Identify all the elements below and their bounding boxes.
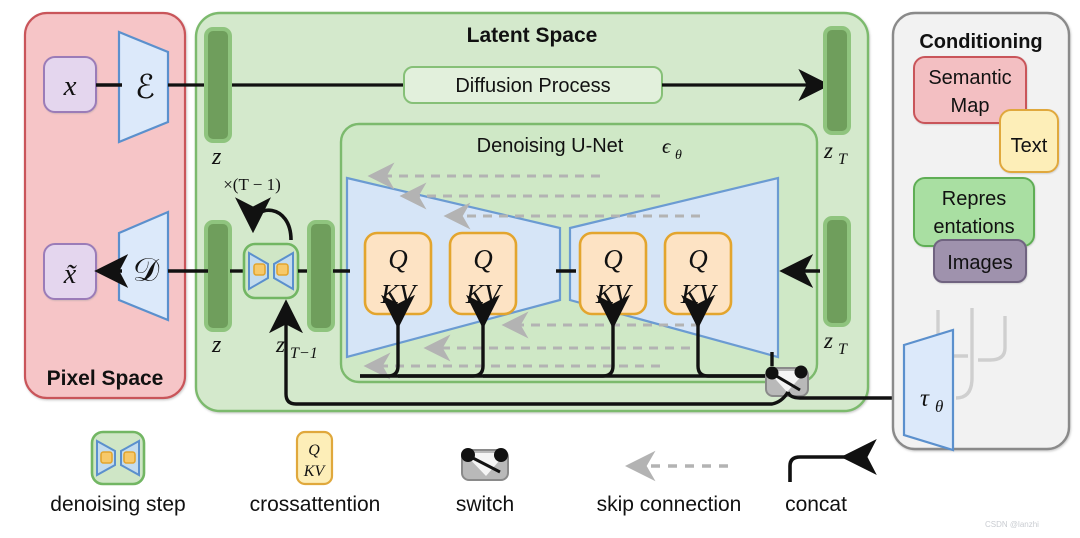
diffusion-process-label: Diffusion Process [455,75,610,97]
tau-theta-encoder: τ θ [902,328,955,452]
conditioning-panel: Conditioning Semantic Map Text Repres en… [891,11,1071,452]
zT-top-bar [823,26,851,135]
zT-bottom-sublabel: T [838,341,848,358]
zT-top-sublabel: T [838,151,848,168]
attention-block-3: Q KV [578,231,648,316]
attention-block-1-q: Q [388,244,408,274]
legend-item-crossattention: Q KV crossattention [250,430,381,516]
zT-bottom-bar [823,216,851,327]
semantic-map-label-line2: Map [951,95,990,117]
legend: denoising step Q KV crossattention switc… [50,430,877,516]
conditioning-label: Conditioning [919,31,1042,53]
switch-terminal-right-icon [794,365,808,379]
legend-item-concat: concat [785,439,877,516]
legend-concat-label: concat [785,493,847,516]
input-x-label: x [63,70,77,102]
legend-denoising-step-label: denoising step [50,493,185,516]
attention-block-3-kv: KV [595,279,634,309]
latent-space-panel: Latent Space Diffusion Process z z z T z… [168,11,930,413]
legend-switch-terminal-left-icon [461,448,475,462]
latent-space-label: Latent Space [467,24,598,47]
tau-theta-symbol: τ [920,385,930,412]
zT-minus-1-sublabel: T−1 [290,345,318,362]
legend-crossattention-q: Q [308,442,320,459]
watermark: CSDN @lanzhi [985,520,1039,529]
attention-block-4-kv: KV [680,279,719,309]
text-label: Text [1011,135,1048,157]
z-top-label: z [211,144,222,170]
legend-denoising-left-dot-icon [100,451,113,464]
tau-theta-subscript: θ [935,397,943,416]
output-x-tilde-label: x̃ [63,259,78,290]
diagram-canvas: Pixel Space x ℰ 𝒟 x̃ Latent Space Diffus… [0,0,1080,538]
legend-skip-connection-label: skip connection [597,493,742,516]
latent-diffusion-diagram: Pixel Space x ℰ 𝒟 x̃ Latent Space Diffus… [23,11,1071,529]
denoising-step-right-dot-icon [276,263,289,276]
zT-top-label: z [823,138,833,163]
attention-block-1: Q KV [363,231,433,316]
loop-count-label: ×(T − 1) [223,175,281,194]
attention-block-2-kv: KV [465,279,504,309]
legend-crossattention-label: crossattention [250,493,381,516]
representations-label-line1: Repres [942,188,1006,210]
attention-block-1-kv: KV [380,279,419,309]
conditioning-item-text[interactable]: Text [999,109,1059,173]
unet-title-label: Denoising U-Net [477,135,624,157]
legend-item-switch: switch [456,448,514,516]
attention-block-4: Q KV [663,231,733,316]
legend-concat-icon [788,439,877,482]
legend-item-denoising-step: denoising step [50,430,186,516]
representations-label-line2: entations [933,216,1014,238]
legend-switch-label: switch [456,493,514,516]
images-label: Images [947,252,1013,274]
zT-bottom-label: z [823,328,833,353]
legend-denoising-right-dot-icon [123,451,136,464]
legend-crossattention-kv: KV [303,463,327,480]
attention-block-4-q: Q [688,244,708,274]
legend-switch-terminal-right-icon [494,448,508,462]
denoising-unet-panel: Denoising U-Net ϵ θ Q KV Q KV Q KV Q KV [333,122,819,384]
z-bottom-bar [204,220,232,332]
legend-item-skip-connection: skip connection [597,450,742,516]
conditioning-item-images[interactable]: Images [933,239,1027,283]
denoising-step-left-dot-icon [253,263,266,276]
conditioning-item-representations[interactable]: Repres entations [913,177,1035,247]
zT-minus-1-label: z [275,332,285,357]
attention-block-2: Q KV [448,231,518,316]
switch-terminal-left-icon [765,366,779,380]
encoder-label: ℰ [135,70,155,106]
attention-block-2-q: Q [473,244,493,274]
z-top-bar [204,27,232,143]
z-bottom-label: z [211,332,222,358]
pixel-space-panel: Pixel Space x ℰ 𝒟 x̃ [23,11,187,400]
zT-minus-1-bar [307,220,335,332]
pixel-space-label: Pixel Space [47,367,164,390]
unet-title-subscript: θ [675,148,682,163]
decoder-label: 𝒟 [133,253,160,289]
semantic-map-label-line1: Semantic [928,67,1011,89]
attention-block-3-q: Q [603,244,623,274]
